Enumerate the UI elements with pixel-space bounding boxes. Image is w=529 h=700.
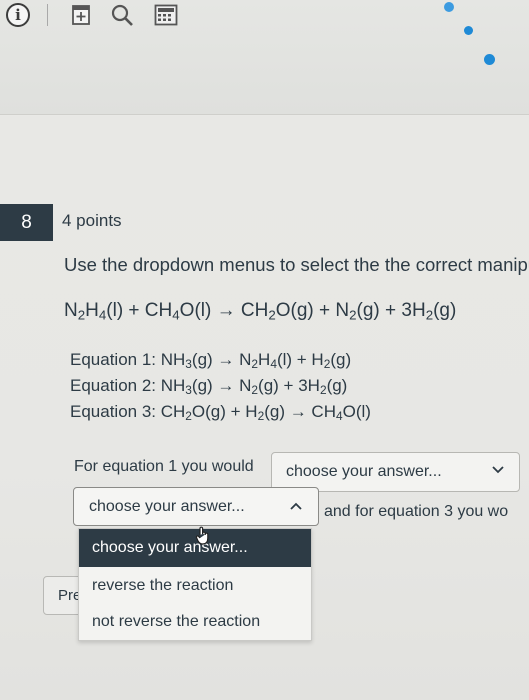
question-points: 4 points [62, 211, 122, 230]
equation-1-dropdown[interactable]: choose your answer... [271, 452, 520, 492]
equation-2-dropdown[interactable]: choose your answer... [73, 487, 319, 526]
toolbar: i [0, 0, 529, 115]
equation-3: Equation 3: CH2O(g) + H2(g) → CH4O(l) [70, 402, 371, 423]
equation-3-prompt: and for equation 3 you wo [324, 503, 509, 520]
document-icon[interactable] [68, 2, 94, 28]
calculator-icon[interactable] [152, 2, 180, 28]
info-glyph: i [6, 3, 30, 27]
chevron-up-icon [290, 502, 302, 510]
equation-1: Equation 1: NH3(g) → N2H4(l) + H2(g) [70, 350, 352, 371]
info-icon[interactable]: i [2, 2, 34, 28]
question-number: 8 [0, 204, 53, 241]
indicator-dot [444, 2, 454, 12]
indicator-dot [464, 26, 473, 35]
option-not-reverse-the-reaction[interactable]: not reverse the reaction [79, 603, 311, 641]
indicator-dot [484, 54, 495, 65]
toolbar-divider [47, 4, 48, 26]
main-equation: N2H4(l) + CH4O(l) → CH2O(g) + N2(g) + 3H… [64, 300, 457, 323]
question-instruction: Use the dropdown menus to select the the… [64, 254, 529, 275]
equation-2: Equation 2: NH3(g) → N2(g) + 3H2(g) [70, 376, 348, 397]
equation-1-dropdown-value: choose your answer... [286, 463, 442, 480]
hand-cursor-icon [195, 526, 209, 545]
equation-1-prompt: For equation 1 you would [74, 458, 254, 475]
question-area: 8 4 points Use the dropdown menus to sel… [0, 116, 529, 700]
chevron-down-icon [492, 466, 504, 474]
option-reverse-the-reaction[interactable]: reverse the reaction [79, 567, 311, 605]
equation-2-dropdown-value: choose your answer... [89, 497, 245, 515]
search-icon[interactable] [108, 2, 136, 28]
